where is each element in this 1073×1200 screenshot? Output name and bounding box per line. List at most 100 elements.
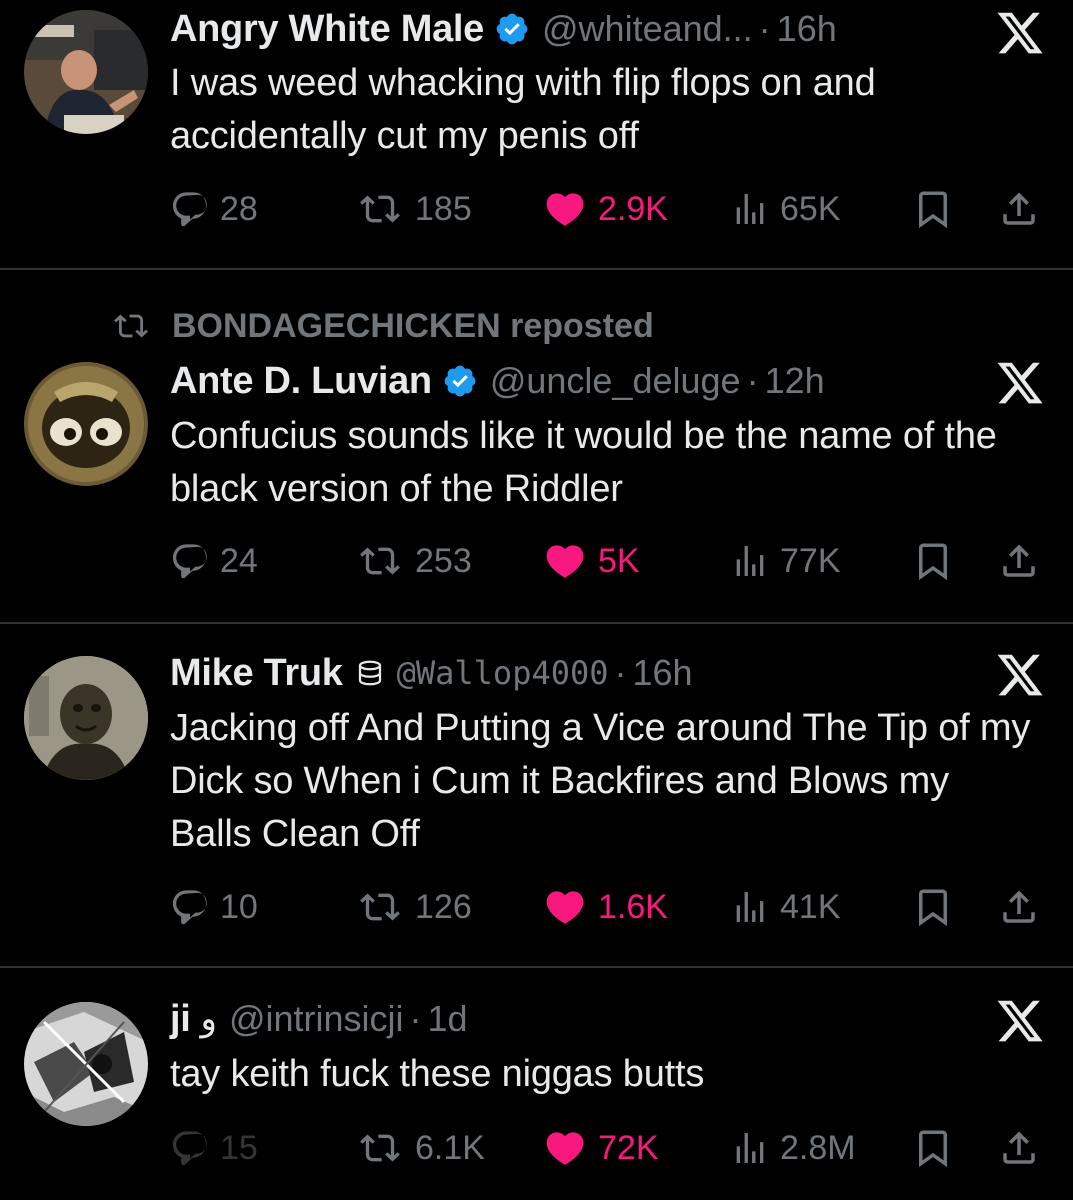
share-icon [1003, 890, 1035, 923]
separator-dot: · [758, 8, 771, 49]
share-button[interactable] [998, 184, 1040, 234]
separator-dot: · [409, 998, 422, 1039]
reply-icon [172, 192, 207, 227]
repost-icon [114, 314, 148, 338]
timestamp[interactable]: 16h [633, 652, 693, 694]
action-bar: 28 185 2.9K 65K [170, 184, 1050, 234]
handle[interactable]: @Wallop4000 [397, 654, 609, 692]
handle[interactable]: @intrinsicji [229, 998, 404, 1040]
share-button[interactable] [998, 1123, 1040, 1173]
action-bar: 15 6.1K 72K 2.8M [170, 1123, 1050, 1173]
reply-button[interactable]: 10 [170, 882, 258, 932]
repost-context[interactable]: BONDAGECHICKEN reposted [110, 304, 654, 348]
views-count: 65K [780, 189, 841, 228]
views-button[interactable]: 41K [730, 882, 841, 932]
display-name[interactable]: Ante D. Luvian [170, 360, 432, 403]
separator-dot: · [614, 652, 627, 693]
like-button[interactable]: 5K [542, 536, 640, 586]
avatar-image [24, 656, 148, 780]
x-logo-icon [997, 12, 1043, 54]
repost-button[interactable]: 185 [355, 184, 472, 234]
tweet-text: tay keith fuck these niggas butts [170, 1053, 705, 1095]
bookmark-icon [919, 889, 947, 927]
avatar-image [24, 1002, 148, 1126]
handle[interactable]: @uncle_deluge [490, 360, 741, 402]
avatar[interactable] [24, 656, 148, 780]
avatar[interactable] [24, 1002, 148, 1126]
reply-icon [172, 544, 207, 579]
views-chart-icon [736, 892, 764, 922]
share-button[interactable] [998, 882, 1040, 932]
views-button[interactable]: 2.8M [730, 1123, 856, 1173]
like-button[interactable]: 1.6K [542, 882, 668, 932]
bookmark-button[interactable] [912, 536, 954, 586]
repost-count: 6.1K [415, 1128, 485, 1167]
bookmark-button[interactable] [912, 184, 954, 234]
x-logo-icon [997, 362, 1043, 404]
like-count: 1.6K [598, 887, 668, 926]
views-count: 2.8M [780, 1128, 856, 1167]
verified-badge-icon [494, 11, 530, 47]
x-logo-icon [997, 1000, 1043, 1042]
repost-button[interactable]: 126 [355, 882, 472, 932]
timestamp[interactable]: 1d [428, 998, 468, 1040]
share-icon [1003, 192, 1035, 225]
tweet[interactable]: Mike Truk @Wallop4000 · 16h Jacking off … [0, 624, 1073, 968]
bookmark-icon [919, 543, 947, 581]
x-logo-icon [997, 654, 1043, 696]
views-button[interactable]: 77K [730, 536, 841, 586]
share-icon [1003, 1131, 1035, 1164]
like-count: 2.9K [598, 189, 668, 228]
tweet[interactable]: BONDAGECHICKEN reposted Ante D. Luvian @… [0, 270, 1073, 622]
tweet-text: Jacking off And Putting a Vice around Th… [170, 707, 1031, 855]
bookmark-icon [919, 1130, 947, 1168]
timestamp[interactable]: 12h [765, 360, 825, 402]
repost-button[interactable]: 253 [355, 536, 472, 586]
arabic-glyph-icon: و [200, 999, 217, 1039]
reply-button[interactable]: 24 [170, 536, 258, 586]
repost-context-label: BONDAGECHICKEN reposted [172, 306, 654, 345]
database-icon [355, 658, 385, 688]
reply-count: 10 [220, 887, 258, 926]
bookmark-button[interactable] [912, 882, 954, 932]
share-icon [1003, 544, 1035, 577]
repost-icon [360, 893, 400, 921]
like-button[interactable]: 72K [542, 1123, 659, 1173]
repost-icon [360, 195, 400, 223]
display-name[interactable]: ji [170, 998, 191, 1041]
reply-count: 15 [220, 1128, 258, 1167]
action-bar: 24 253 5K 77K [170, 536, 1050, 586]
avatar[interactable] [24, 10, 148, 134]
views-chart-icon [736, 1133, 764, 1163]
reply-button[interactable]: 15 [170, 1123, 258, 1173]
share-button[interactable] [998, 536, 1040, 586]
views-chart-icon [736, 546, 764, 576]
like-count: 72K [598, 1128, 659, 1167]
repost-icon [360, 547, 400, 575]
timestamp[interactable]: 16h [777, 8, 837, 50]
avatar[interactable] [24, 362, 148, 486]
reply-icon [172, 890, 207, 925]
heart-filled-icon [546, 891, 584, 924]
heart-filled-icon [546, 1132, 584, 1165]
display-name[interactable]: Mike Truk [170, 652, 343, 695]
reply-button[interactable]: 28 [170, 184, 258, 234]
tweet[interactable]: Angry White Male @whiteand... · 16h I wa… [0, 0, 1073, 270]
repost-count: 185 [415, 189, 472, 228]
handle[interactable]: @whiteand... [542, 8, 753, 50]
repost-icon [360, 1134, 400, 1162]
like-button[interactable]: 2.9K [542, 184, 668, 234]
views-count: 77K [780, 541, 841, 580]
views-button[interactable]: 65K [730, 184, 841, 234]
repost-count: 126 [415, 887, 472, 926]
reply-count: 24 [220, 541, 258, 580]
heart-filled-icon [546, 193, 584, 226]
tweet-text: Confucius sounds like it would be the na… [170, 415, 997, 510]
display-name[interactable]: Angry White Male [170, 8, 484, 51]
bookmark-button[interactable] [912, 1123, 954, 1173]
tweet[interactable]: ji و @intrinsicji · 1d tay keith fuck th… [0, 968, 1073, 1200]
avatar-image [24, 10, 148, 134]
repost-button[interactable]: 6.1K [355, 1123, 485, 1173]
bookmark-icon [919, 191, 947, 229]
verified-badge-icon [442, 363, 478, 399]
